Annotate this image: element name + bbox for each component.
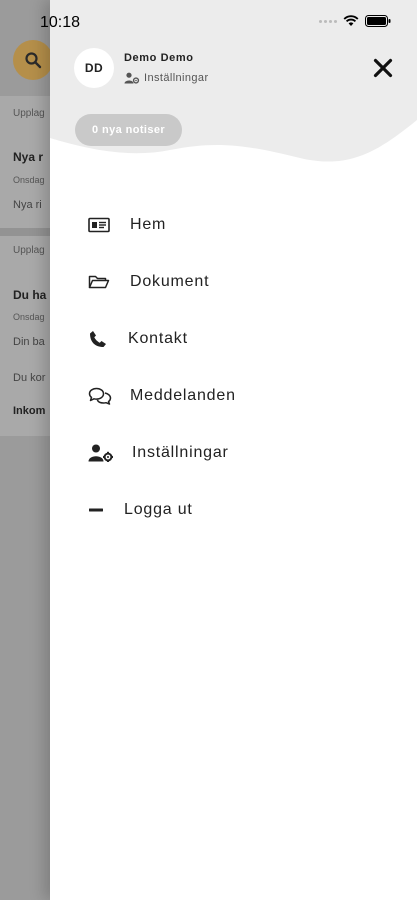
menu-item-home[interactable]: Hem: [88, 205, 378, 245]
bg-section-label: Upplag: [13, 245, 45, 256]
settings-link-label: Inställningar: [144, 72, 209, 84]
bg-item-date: Onsdag: [13, 175, 45, 185]
user-settings-icon: [88, 444, 114, 462]
drawer-header: DD Demo Demo Inställningar 0 nya notiser: [50, 0, 417, 180]
notifications-badge[interactable]: 0 nya notiser: [75, 114, 183, 146]
phone-icon: [88, 329, 114, 349]
bg-item-body: Du kor: [13, 372, 46, 384]
menu-item-settings[interactable]: Inställningar: [88, 433, 378, 473]
bg-item-body: Din ba: [13, 336, 45, 348]
header-wave-background: [50, 0, 417, 162]
menu-item-label: Inställningar: [132, 444, 229, 461]
cellular-signal-icon: [319, 19, 337, 23]
menu-item-logout[interactable]: Logga ut: [88, 490, 378, 530]
folder-icon: [88, 274, 114, 290]
settings-link[interactable]: Inställningar: [124, 72, 209, 84]
close-button[interactable]: [371, 56, 395, 80]
search-icon: [25, 52, 42, 69]
menu-item-documents[interactable]: Dokument: [88, 262, 378, 302]
bg-item-date: Onsdag: [13, 312, 45, 322]
user-settings-icon: [124, 72, 140, 84]
status-icons: [319, 15, 391, 27]
bg-item-title[interactable]: Du ha: [13, 288, 53, 302]
bg-item-title[interactable]: Nya r: [13, 150, 53, 164]
avatar: DD: [74, 48, 114, 88]
menu-item-label: Dokument: [130, 273, 210, 290]
status-time: 10:18: [40, 14, 81, 31]
navigation-drawer: DD Demo Demo Inställningar 0 nya notiser: [50, 0, 417, 900]
close-icon: [373, 58, 393, 78]
menu-item-label: Hem: [130, 216, 167, 233]
battery-icon: [365, 15, 391, 27]
wifi-icon: [343, 15, 359, 26]
bg-item-footer: Inkom: [13, 405, 46, 417]
chat-icon: [88, 387, 114, 405]
menu-item-contact[interactable]: Kontakt: [88, 319, 378, 359]
menu-item-label: Logga ut: [124, 501, 193, 518]
home-card-icon: [88, 217, 114, 233]
minus-icon: [88, 507, 114, 513]
search-button[interactable]: [13, 40, 53, 80]
menu-item-messages[interactable]: Meddelanden: [88, 376, 378, 416]
bg-section-label: Upplag: [13, 108, 45, 119]
menu-item-label: Meddelanden: [130, 387, 236, 404]
user-name: Demo Demo: [124, 52, 194, 64]
menu-item-label: Kontakt: [128, 330, 188, 347]
bg-item-body: Nya ri: [13, 199, 42, 211]
